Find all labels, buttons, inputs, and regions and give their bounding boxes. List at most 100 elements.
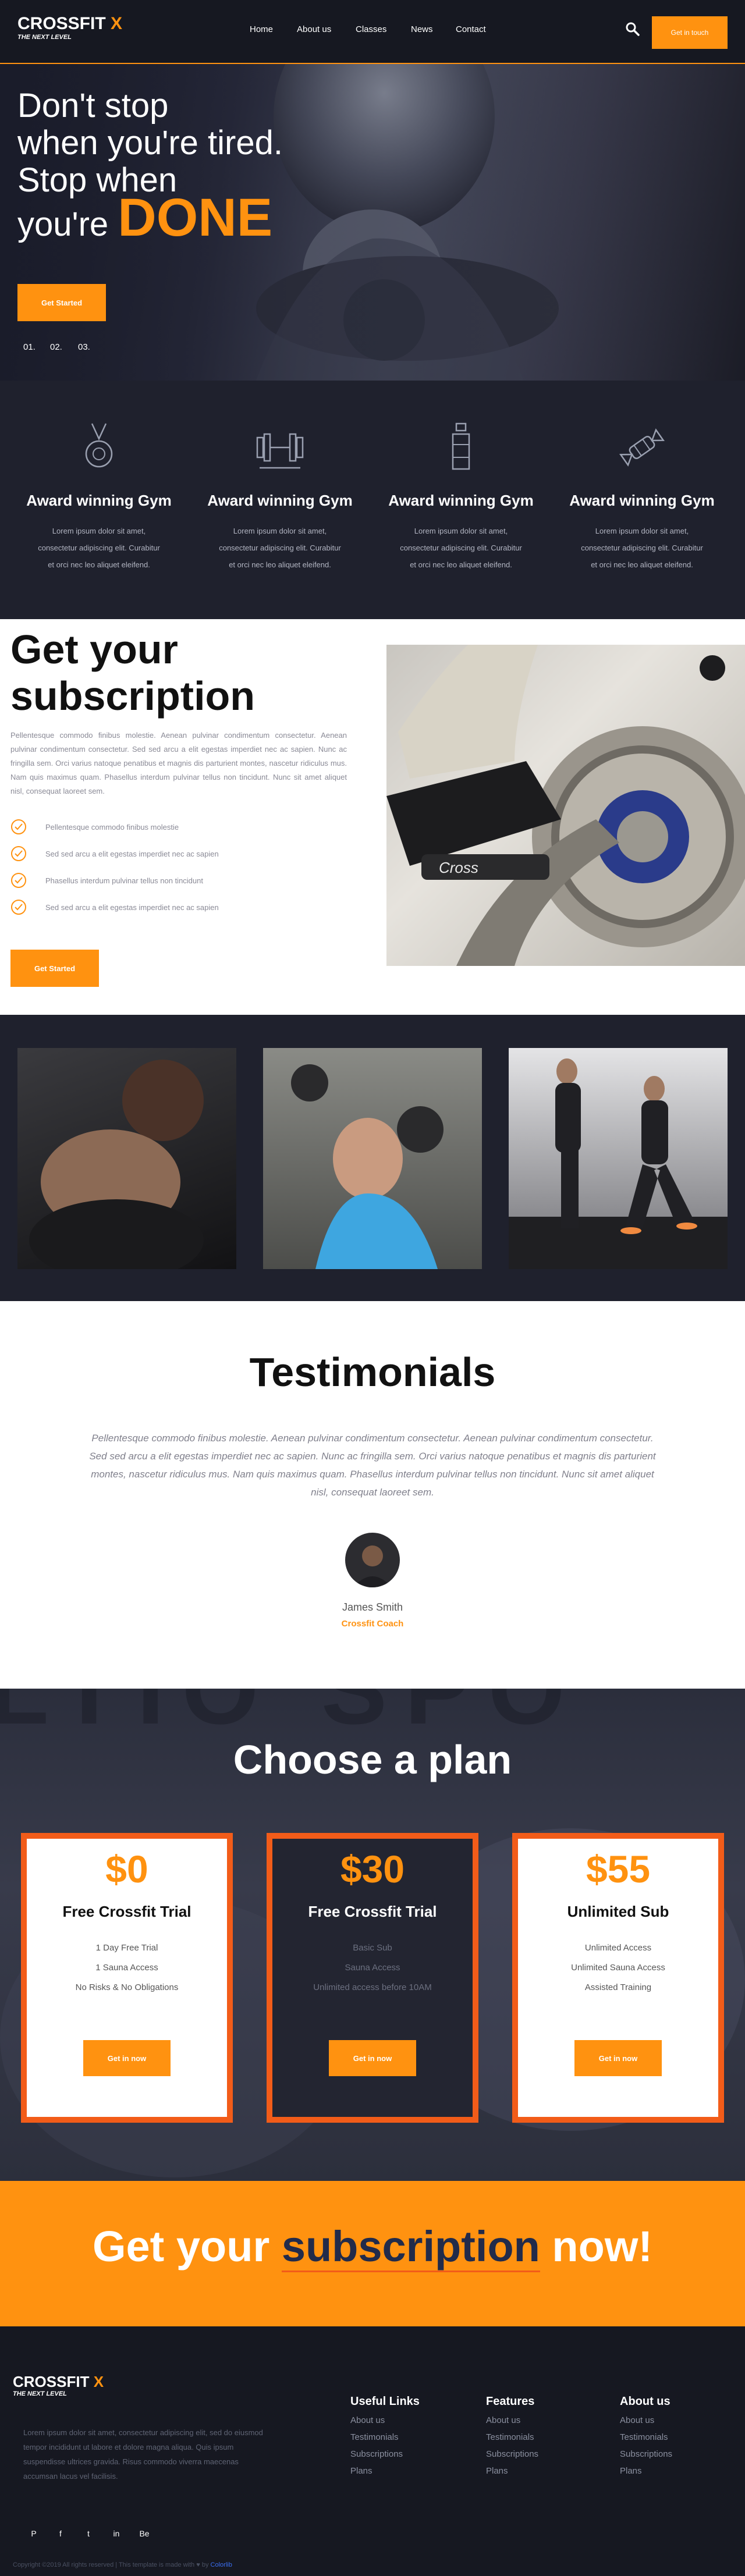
- site-header: CROSSFIT X THE NEXT LEVEL Home About us …: [0, 0, 745, 64]
- testimonials-section: Testimonials Pellentesque commodo finibu…: [0, 1301, 745, 1689]
- pinterest-icon[interactable]: P: [24, 2524, 43, 2543]
- award-card: Award winning Gym Lorem ipsum dolor sit …: [379, 421, 542, 573]
- award-title: Award winning Gym: [26, 492, 172, 509]
- footer-link[interactable]: Subscriptions: [486, 2449, 538, 2459]
- award-text: Lorem ipsum dolor sit amet, consectetur …: [400, 527, 522, 569]
- bike-brand-label: Cross: [439, 859, 478, 876]
- slide-1[interactable]: 01.: [23, 342, 36, 352]
- nav-news[interactable]: News: [411, 24, 433, 34]
- check-circle-icon: [11, 900, 26, 915]
- search-icon[interactable]: [625, 22, 640, 37]
- footer-logo-name: CROSSFIT: [13, 2373, 90, 2390]
- plan-name: Unlimited Sub: [567, 1903, 669, 1920]
- nav-contact[interactable]: Contact: [456, 24, 486, 34]
- check-item-text: Sed sed arcu a elit egestas imperdiet ne…: [45, 849, 219, 858]
- plan-feature: Unlimited Sauna Access: [571, 1963, 665, 1973]
- twitter-icon[interactable]: t: [79, 2524, 98, 2543]
- plan-card-basic: $30 Free Crossfit Trial Basic Sub Sauna …: [267, 1833, 478, 2123]
- gallery-image-kettlebell[interactable]: [17, 1048, 236, 1269]
- check-item: Pellentesque commodo finibus molestie: [10, 818, 336, 836]
- pricing-title: Choose a plan: [233, 1737, 512, 1782]
- award-card: Award winning Gym Lorem ipsum dolor sit …: [560, 421, 723, 573]
- gallery-image-trainer[interactable]: [509, 1048, 728, 1269]
- cta-pre: Get your: [92, 2222, 270, 2271]
- footer-col-about: About us About us Testimonials Subscript…: [620, 2395, 672, 2476]
- nav-classes[interactable]: Classes: [356, 24, 386, 34]
- get-in-touch-button[interactable]: Get in touch: [652, 16, 728, 49]
- award-text: Lorem ipsum dolor sit amet, consectetur …: [581, 527, 703, 569]
- plan-get-in-now-button[interactable]: Get in now: [574, 2040, 662, 2076]
- nav-home[interactable]: Home: [250, 24, 273, 34]
- footer-link[interactable]: About us: [620, 2415, 672, 2425]
- slide-3[interactable]: 03.: [78, 342, 90, 352]
- heart-icon: ♥: [196, 2561, 200, 2568]
- check-circle-icon: [11, 873, 26, 888]
- medal-icon: [85, 423, 113, 468]
- footer-link[interactable]: Subscriptions: [350, 2449, 420, 2459]
- plan-get-in-now-button[interactable]: Get in now: [83, 2040, 171, 2076]
- check-item: Sed sed arcu a elit egestas imperdiet ne…: [10, 845, 336, 862]
- subscription-get-started-button[interactable]: Get Started: [10, 950, 99, 987]
- logo-tagline: THE NEXT LEVEL: [17, 34, 72, 41]
- nav-about[interactable]: About us: [297, 24, 331, 34]
- subscription-title-line-2: subscription: [10, 673, 256, 719]
- colorlib-link[interactable]: Colorlib: [211, 2561, 232, 2568]
- check-circle-icon: [11, 846, 26, 861]
- plan-feature: Basic Sub: [353, 1943, 392, 1953]
- cta-headline: Get your subscription now!: [0, 2222, 745, 2272]
- footer-logo[interactable]: CROSSFIT X THE NEXT LEVEL: [13, 2373, 129, 2402]
- hero-line-4: you're: [17, 205, 109, 243]
- plan-get-in-now-button[interactable]: Get in now: [329, 2040, 416, 2076]
- footer-link[interactable]: Testimonials: [350, 2432, 420, 2442]
- plan-feature: Assisted Training: [584, 1982, 652, 1992]
- footer-link[interactable]: Testimonials: [620, 2432, 672, 2442]
- avatar: [345, 1533, 400, 1587]
- plan-feature: 1 Sauna Access: [95, 1963, 158, 1973]
- footer-col-title: Features: [486, 2395, 535, 2408]
- footer-link[interactable]: About us: [486, 2415, 538, 2425]
- barbell-icon: [256, 433, 304, 469]
- check-item-text: Pellentesque commodo finibus molestie: [45, 822, 179, 832]
- footer-col-title: Useful Links: [350, 2395, 420, 2408]
- footer-logo-tagline: THE NEXT LEVEL: [13, 2390, 67, 2397]
- hero-get-started-button[interactable]: Get Started: [17, 284, 106, 321]
- facebook-icon[interactable]: f: [51, 2524, 70, 2543]
- gallery-image-dumbbell[interactable]: [263, 1048, 482, 1269]
- footer-link[interactable]: About us: [350, 2415, 420, 2425]
- hero-done-word: DONE: [118, 188, 273, 247]
- award-title: Award winning Gym: [569, 492, 715, 509]
- hero-line-2: when you're tired.: [17, 124, 283, 162]
- footer-logo-x: X: [93, 2373, 104, 2390]
- bottle-icon: [452, 422, 470, 470]
- slide-2[interactable]: 02.: [50, 342, 62, 352]
- award-text: Lorem ipsum dolor sit amet, consectetur …: [38, 527, 160, 569]
- logo[interactable]: CROSSFIT X THE NEXT LEVEL: [17, 13, 134, 48]
- plan-feature: Sauna Access: [345, 1963, 400, 1973]
- footer-link[interactable]: Plans: [350, 2466, 420, 2476]
- award-card: Award winning Gym Lorem ipsum dolor sit …: [17, 421, 180, 573]
- check-item-text: Phasellus interdum pulvinar tellus non t…: [45, 876, 203, 885]
- testimonials-title: Testimonials: [249, 1349, 496, 1395]
- exercise-bike-image: Cross: [386, 645, 745, 966]
- subscription-title: Get your subscription: [10, 626, 255, 719]
- plan-feature: Unlimited access before 10AM: [313, 1982, 432, 1992]
- testimonial-role: Crossfit Coach: [341, 1619, 404, 1629]
- behance-icon[interactable]: Be: [135, 2524, 154, 2543]
- subscription-text: Pellentesque commodo finibus molestie. A…: [10, 731, 347, 795]
- hero-section: Don't stop when you're tired. Stop when …: [0, 64, 745, 381]
- hero-line-1: Don't stop: [17, 87, 169, 125]
- plan-card-free: $0 Free Crossfit Trial 1 Day Free Trial …: [21, 1833, 233, 2123]
- check-item: Sed sed arcu a elit egestas imperdiet ne…: [10, 898, 336, 916]
- footer-about-text: Lorem ipsum dolor sit amet, consectetur …: [23, 2428, 263, 2481]
- site-footer: CROSSFIT X THE NEXT LEVEL Lorem ipsum do…: [0, 2326, 745, 2576]
- footer-link[interactable]: Subscriptions: [620, 2449, 672, 2459]
- testimonial-name: James Smith: [342, 1601, 403, 1613]
- award-card: Award winning Gym Lorem ipsum dolor sit …: [198, 421, 361, 573]
- dribbble-icon[interactable]: in: [107, 2524, 126, 2543]
- footer-link[interactable]: Plans: [620, 2466, 672, 2476]
- footer-link[interactable]: Plans: [486, 2466, 538, 2476]
- plan-price: $0: [105, 1847, 148, 1891]
- cta-subscription-link[interactable]: subscription: [281, 2222, 540, 2272]
- footer-link[interactable]: Testimonials: [486, 2432, 538, 2442]
- hero-headline: Don't stop when you're tired. Stop when …: [17, 87, 343, 245]
